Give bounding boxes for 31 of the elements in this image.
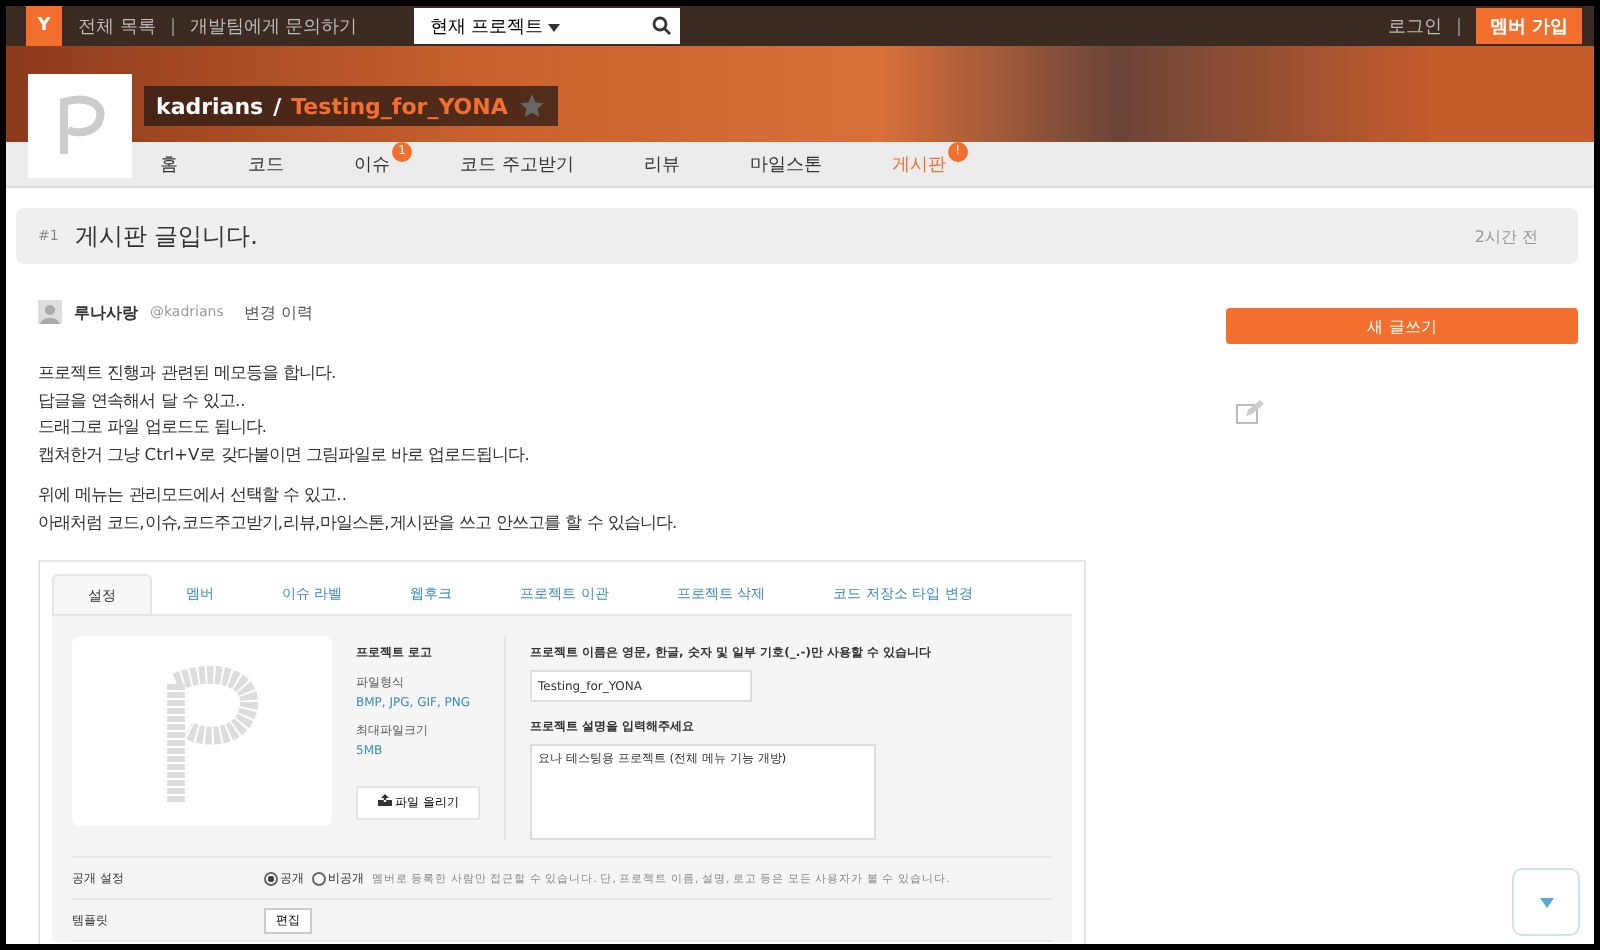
- nav-tab[interactable]: 리뷰: [643, 151, 680, 177]
- nav-tab[interactable]: 코드 주고받기: [460, 151, 574, 177]
- history-link[interactable]: 변경 이력: [243, 301, 313, 323]
- nav-tab[interactable]: 마일스톤: [749, 151, 822, 177]
- avatar-icon: [38, 300, 62, 324]
- body-text-line: 프로젝트 진행과 관련된 메모등을 합니다.: [38, 360, 339, 386]
- caret-icon: [1539, 897, 1553, 907]
- body-text-line: 답글을 연속해서 달 수 있고..: [38, 387, 248, 413]
- login-link[interactable]: 로그인: [1387, 13, 1442, 39]
- scroll-down-button[interactable]: [1512, 868, 1580, 936]
- star-icon[interactable]: [517, 92, 546, 120]
- author-name[interactable]: 루나사랑: [74, 301, 138, 323]
- body-text-line: 드래그로 파일 업로드도 됩니다.: [38, 414, 270, 440]
- path-separator: /: [273, 93, 282, 119]
- caret-icon: [548, 23, 561, 31]
- top-link[interactable]: 개발팀에게 문의하기: [189, 13, 358, 39]
- body-text-line: 위에 메뉴는 관리모드에서 선택할 수 있고..: [38, 482, 349, 508]
- top-link[interactable]: 전체 목록: [78, 13, 156, 39]
- project-name[interactable]: Testing_for_YONA: [291, 93, 508, 119]
- search-icon: [652, 16, 673, 36]
- project-owner[interactable]: kadrians: [156, 93, 264, 119]
- project-select[interactable]: 현재 프로젝트: [413, 8, 577, 44]
- post-title: 게시판 글입니다.: [74, 219, 258, 253]
- body-text-line: 아래처럼 코드,이슈,코드주고받기,리뷰,마일스톤,게시판을 쓰고 안쓰고를 할 수 있습니다.: [38, 509, 680, 535]
- post-time: 2시간 전: [1474, 225, 1538, 247]
- nav-tab[interactable]: 코드: [248, 151, 284, 177]
- body-text-line: 캡쳐한거 그냥 Ctrl+V로 갖다붙이면 그림파일로 바로 업로드됩니다.: [38, 441, 532, 467]
- upload-icon: [377, 794, 392, 806]
- search-field[interactable]: [576, 8, 681, 44]
- nav-tab[interactable]: 홈: [160, 151, 178, 177]
- edit-icon[interactable]: [1236, 400, 1264, 424]
